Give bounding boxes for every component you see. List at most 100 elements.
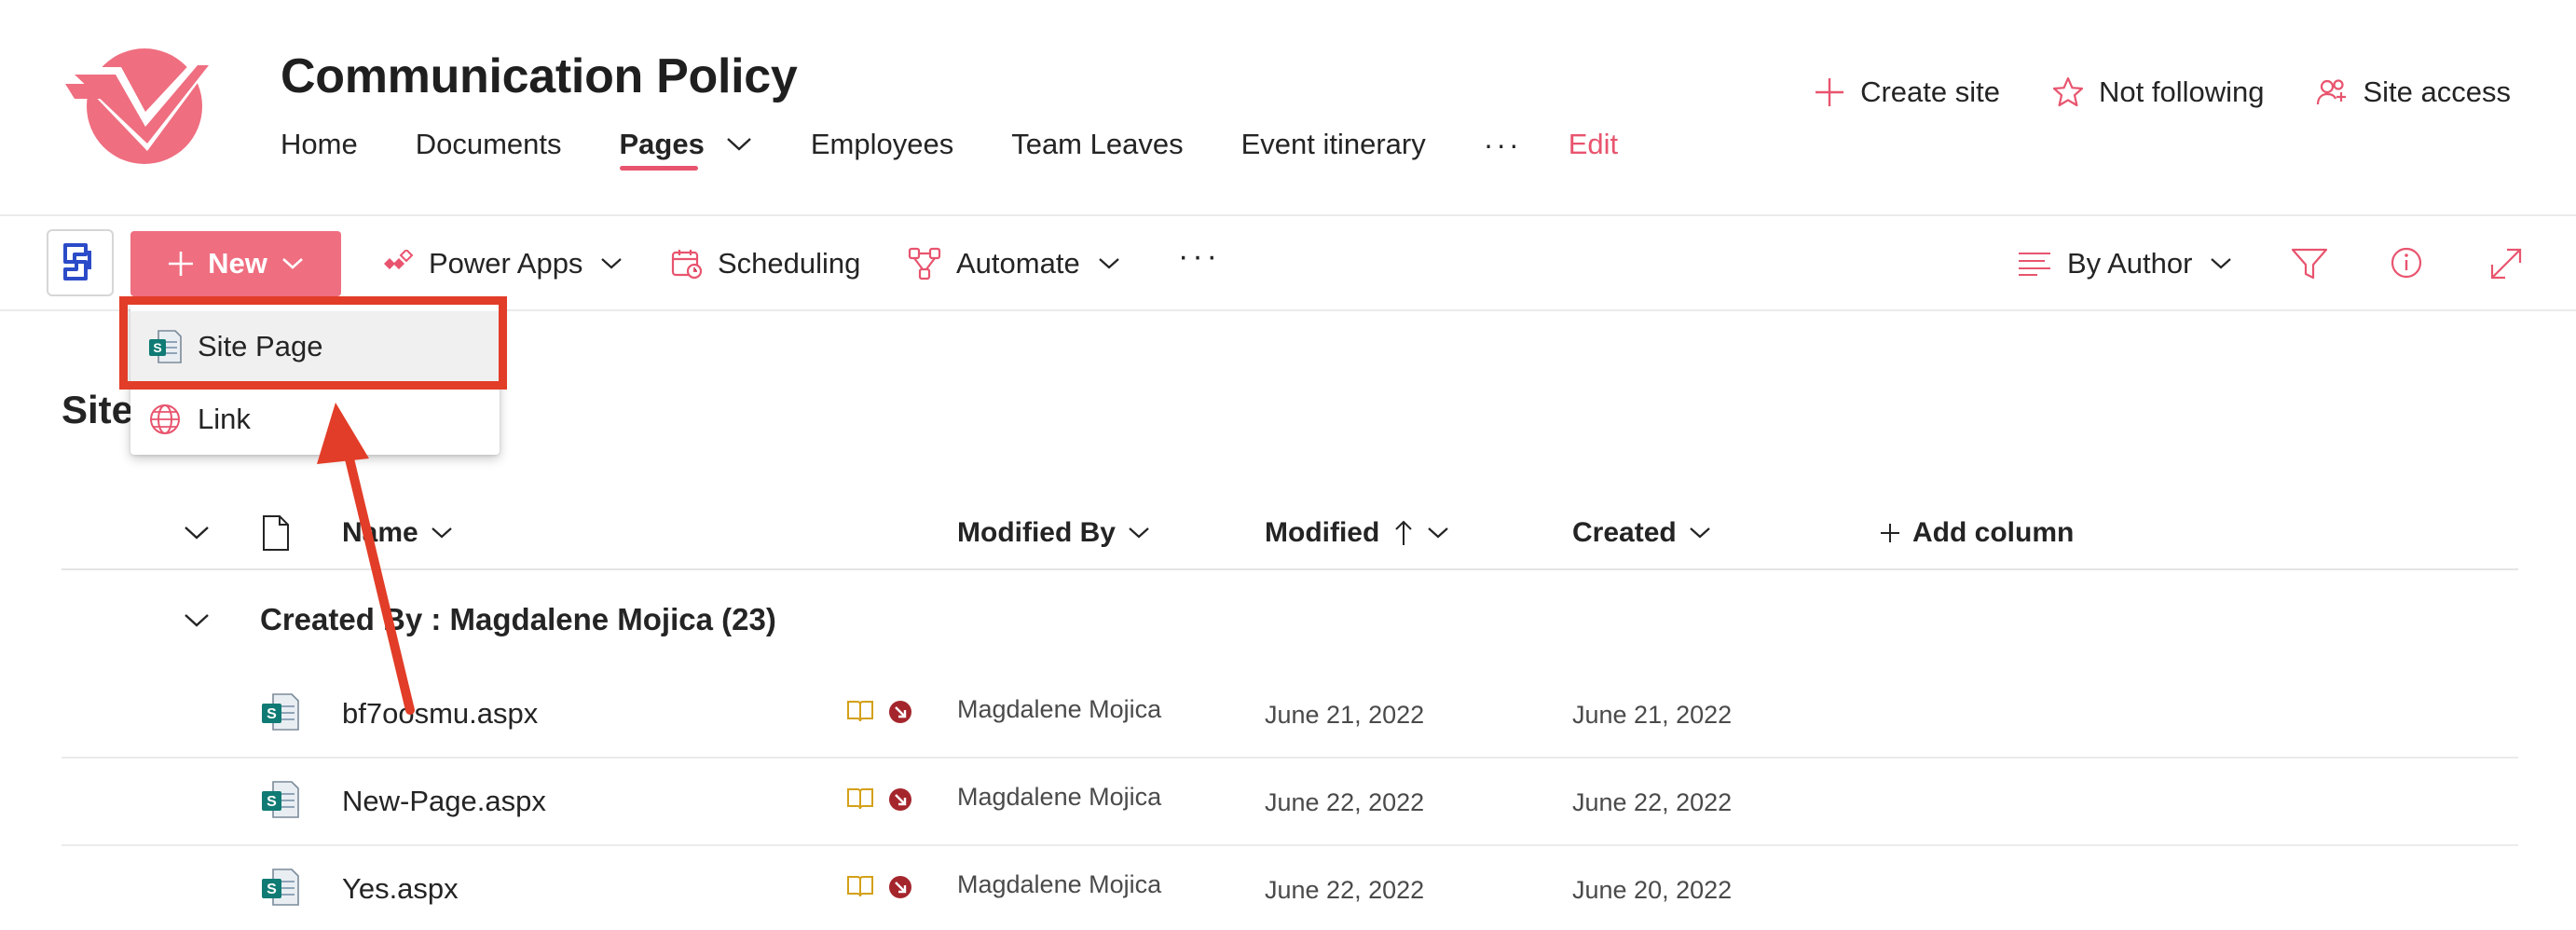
sharepoint-page-icon: S — [149, 330, 182, 363]
nav-item-label: Pages — [619, 128, 705, 171]
table-row[interactable]: S Yes.aspx Magdalene Mojica June 22, 202… — [62, 846, 2518, 930]
expand-icon[interactable] — [2488, 246, 2524, 281]
modified-by-cell[interactable]: Magdalene Mojica — [957, 783, 1161, 812]
filter-icon[interactable] — [2291, 248, 2328, 281]
nav-item-employees[interactable]: Employees — [811, 121, 953, 168]
column-header-created[interactable]: Created — [1572, 511, 1712, 555]
file-name-link[interactable]: bf7oosmu.aspx — [342, 697, 538, 731]
create-site-button[interactable]: Create site — [1814, 75, 2000, 109]
view-list-icon — [2019, 253, 2050, 276]
chevron-down-icon — [2211, 258, 2232, 269]
nav-item-label: Documents — [415, 128, 562, 160]
svg-text:S: S — [267, 794, 277, 810]
new-button[interactable]: New — [130, 231, 341, 296]
chevron-down-icon[interactable] — [183, 611, 211, 630]
chevron-down-icon — [1689, 527, 1710, 539]
column-header-label: Modified — [1265, 517, 1380, 548]
column-header-modified[interactable]: Modified — [1265, 511, 1450, 555]
plus-icon — [169, 252, 194, 276]
automate-label: Automate — [956, 247, 1080, 280]
scheduling-button[interactable]: Scheduling — [671, 239, 860, 289]
checked-out-icon[interactable] — [887, 874, 913, 900]
site-navigation: Home Documents Pages Employees Team Leav… — [281, 121, 1618, 171]
nav-edit-link[interactable]: Edit — [1569, 128, 1618, 161]
people-icon — [2317, 79, 2347, 105]
calendar-clock-icon — [671, 250, 703, 280]
scheduling-label: Scheduling — [718, 247, 861, 280]
column-header-label: Modified By — [957, 517, 1116, 548]
column-header-label: Created — [1572, 517, 1677, 548]
chevron-down-icon — [1428, 527, 1449, 539]
chevron-down-icon[interactable] — [725, 135, 753, 154]
app-logo-icon — [63, 243, 91, 280]
nav-item-home[interactable]: Home — [281, 121, 358, 168]
nav-item-documents[interactable]: Documents — [416, 121, 562, 168]
plus-icon — [1881, 524, 1899, 542]
view-selector[interactable]: By Author — [2017, 239, 2233, 289]
column-header-modified-by[interactable]: Modified By — [957, 511, 1151, 555]
checked-out-icon[interactable] — [887, 699, 913, 725]
add-column-label: Add column — [1912, 517, 2075, 548]
group-label: Created By : Magdalene Mojica (23) — [260, 602, 776, 636]
menu-item-link[interactable]: Link — [130, 384, 500, 455]
site-logo[interactable] — [65, 47, 224, 168]
file-name-link[interactable]: Yes.aspx — [342, 872, 459, 906]
book-icon[interactable] — [846, 699, 874, 723]
book-icon[interactable] — [846, 786, 874, 811]
checked-out-icon[interactable] — [887, 786, 913, 813]
modified-by-cell[interactable]: Magdalene Mojica — [957, 695, 1161, 724]
chevron-down-icon — [601, 258, 623, 269]
book-icon[interactable] — [846, 874, 874, 898]
power-apps-label: Power Apps — [429, 247, 583, 280]
command-bar: New Power Apps Scheduling Automate ··· B… — [0, 218, 2576, 311]
create-site-label: Create site — [1860, 75, 2000, 108]
table-row[interactable]: S bf7oosmu.aspx Magdalene Mojica June 21… — [62, 671, 2518, 759]
menu-item-site-page[interactable]: S Site Page — [130, 311, 500, 382]
svg-text:S: S — [267, 882, 277, 897]
info-icon[interactable] — [2390, 246, 2423, 280]
nav-item-team-leaves[interactable]: Team Leaves — [1011, 121, 1183, 168]
file-type-icon[interactable] — [261, 514, 291, 552]
view-selector-label: By Author — [2067, 247, 2193, 280]
site-title[interactable]: Communication Policy — [281, 48, 798, 104]
command-more-button[interactable]: ··· — [1178, 239, 1221, 275]
nav-item-event-itinerary[interactable]: Event itinerary — [1241, 121, 1426, 168]
svg-text:S: S — [153, 340, 161, 355]
plus-icon — [1816, 78, 1844, 106]
power-apps-button[interactable]: Power Apps — [382, 239, 623, 289]
nav-item-label: Employees — [810, 128, 954, 160]
nav-item-label: Home — [281, 128, 358, 160]
site-access-button[interactable]: Site access — [2316, 75, 2511, 109]
nav-item-label: Event itinerary — [1240, 128, 1426, 160]
nav-item-label: Team Leaves — [1011, 128, 1184, 160]
modified-by-cell[interactable]: Magdalene Mojica — [957, 870, 1161, 899]
file-name-link[interactable]: New-Page.aspx — [342, 785, 546, 818]
site-logo-icon — [65, 48, 216, 164]
new-button-label: New — [208, 247, 267, 280]
nav-more-button[interactable]: ··· — [1484, 128, 1522, 162]
app-launcher-button[interactable] — [47, 229, 114, 296]
column-header-name[interactable]: Name — [342, 511, 454, 555]
not-following-label: Not following — [2099, 75, 2265, 108]
not-following-button[interactable]: Not following — [2052, 75, 2264, 109]
menu-item-label: Site Page — [198, 330, 323, 362]
table-row[interactable]: S New-Page.aspx Magdalene Mojica June 22… — [62, 759, 2518, 846]
group-header[interactable]: Created By : Magdalene Mojica (23) — [62, 583, 2518, 658]
sharepoint-page-icon: S — [262, 868, 299, 906]
collapse-all-icon[interactable] — [183, 524, 211, 542]
automate-button[interactable]: Automate — [908, 239, 1121, 289]
created-cell: June 22, 2022 — [1572, 788, 1733, 816]
add-column-button[interactable]: Add column — [1879, 511, 2074, 555]
svg-text:S: S — [267, 706, 277, 722]
column-header-label: Name — [342, 517, 418, 548]
modified-cell: June 21, 2022 — [1265, 701, 1425, 729]
sharepoint-page-icon: S — [262, 781, 299, 818]
site-access-label: Site access — [2363, 75, 2511, 108]
sharepoint-page-icon: S — [262, 693, 299, 731]
new-dropdown-menu: S Site Page Link — [130, 304, 500, 455]
star-icon — [2052, 76, 2084, 107]
created-cell: June 21, 2022 — [1572, 701, 1733, 729]
nav-item-pages[interactable]: Pages — [619, 121, 753, 171]
created-cell: June 20, 2022 — [1572, 876, 1733, 904]
page-title: Site — [62, 388, 134, 431]
